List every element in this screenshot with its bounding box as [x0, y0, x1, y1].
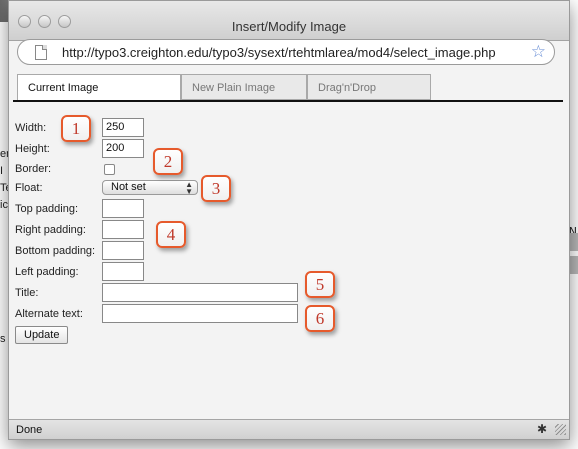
- bookmark-star-icon[interactable]: ☆: [531, 42, 546, 62]
- status-bar: Done ✱: [9, 419, 569, 439]
- bottom-padding-label: Bottom padding:: [15, 245, 96, 257]
- address-bar[interactable]: http://typo3.creighton.edu/typo3/sysext/…: [17, 39, 555, 65]
- tab-underline: [13, 100, 563, 102]
- page-icon: [35, 45, 47, 60]
- right-padding-input[interactable]: [102, 220, 144, 239]
- popup-window: Insert/Modify Image http://typo3.creight…: [8, 0, 570, 440]
- background-text-left: I: [0, 165, 4, 177]
- top-padding-input[interactable]: [102, 199, 144, 218]
- right-padding-label: Right padding:: [15, 224, 86, 236]
- callout-2: 2: [153, 148, 183, 175]
- float-label: Float:: [15, 182, 43, 194]
- tab-drag-n-drop[interactable]: Drag'n'Drop: [307, 74, 431, 100]
- update-button[interactable]: Update: [15, 326, 69, 344]
- float-select-value: Not set: [111, 181, 146, 193]
- border-label: Border:: [15, 163, 52, 175]
- window-title: Insert/Modify Image: [231, 19, 347, 34]
- title-bar: Insert/Modify Image: [9, 1, 569, 41]
- callout-6: 6: [305, 305, 335, 332]
- top-padding-label: Top padding:: [15, 203, 78, 215]
- status-text: Done: [16, 424, 43, 436]
- alternate-text-input[interactable]: [102, 304, 298, 323]
- width-label: Width:: [15, 122, 47, 134]
- width-input[interactable]: 250: [102, 118, 144, 137]
- background-text-left: ic: [0, 199, 8, 211]
- alternate-text-label: Alternate text:: [15, 308, 83, 320]
- border-checkbox[interactable]: [104, 164, 115, 175]
- title-input[interactable]: [102, 283, 298, 302]
- callout-3: 3: [201, 175, 231, 202]
- callout-5: 5: [305, 271, 335, 298]
- url-text[interactable]: http://typo3.creighton.edu/typo3/sysext/…: [62, 45, 532, 60]
- dialog-content: Current Image New Plain Image Drag'n'Dro…: [9, 67, 569, 419]
- float-select[interactable]: Not set ▲ ▼: [102, 180, 198, 196]
- bottom-padding-input[interactable]: [102, 241, 144, 260]
- background-text-left: s: [0, 333, 6, 345]
- left-padding-input[interactable]: [102, 262, 144, 281]
- resize-grip-icon[interactable]: [555, 424, 566, 435]
- select-arrows-icon: ▲ ▼: [185, 180, 193, 196]
- tab-current-image[interactable]: Current Image: [17, 74, 181, 102]
- callout-1: 1: [61, 115, 91, 142]
- title-label: Title:: [15, 287, 39, 299]
- left-padding-label: Left padding:: [15, 266, 79, 278]
- height-label: Height:: [15, 143, 50, 155]
- callout-4: 4: [156, 221, 186, 248]
- tab-new-plain-image[interactable]: New Plain Image: [181, 74, 307, 100]
- height-input[interactable]: 200: [102, 139, 144, 158]
- bug-icon[interactable]: ✱: [537, 422, 547, 436]
